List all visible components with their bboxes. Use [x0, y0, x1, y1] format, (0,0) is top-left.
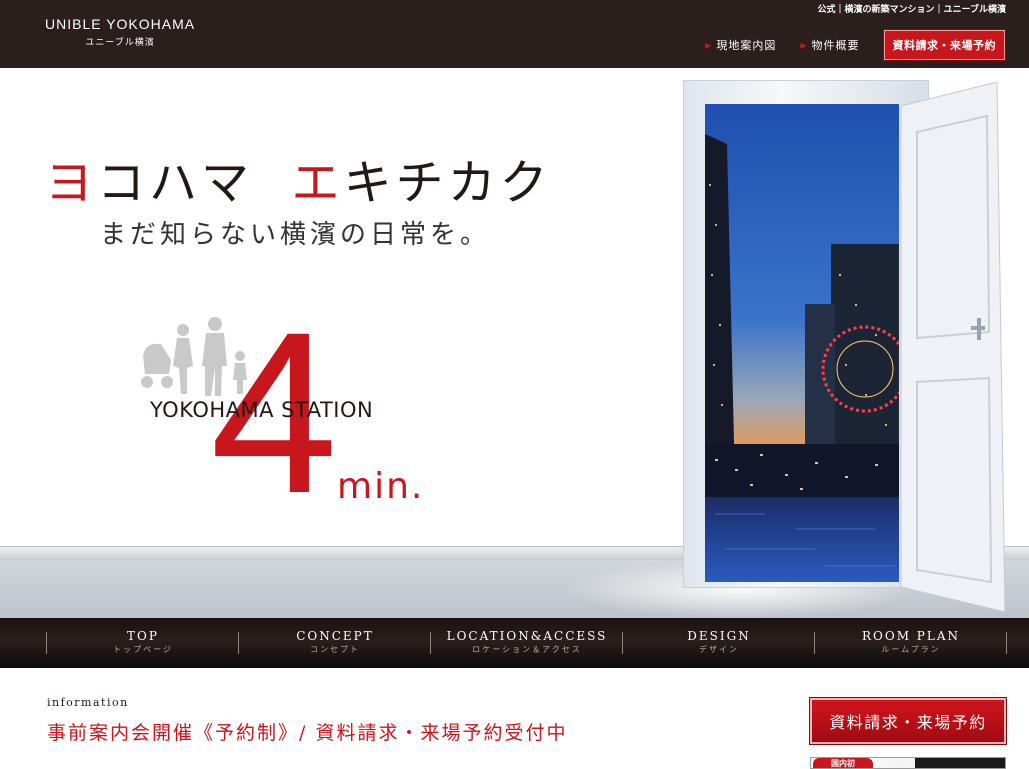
nav-label-en: LOCATION&ACCESS [446, 629, 608, 643]
information-title[interactable]: 事前案内会開催《予約制》/ 資料請求・来場予約受付中 [47, 718, 567, 745]
nav-label-ja: トップページ [113, 645, 173, 654]
header-tagline: 公式｜横濱の新築マンション｜ユニーブル横濱 [817, 5, 1006, 15]
nav-label-en: TOP [127, 629, 159, 643]
arrow-right-icon: ▶ [800, 40, 808, 50]
minutes-unit: min. [337, 466, 425, 507]
arrow-right-icon: ▶ [705, 40, 713, 50]
nav-label-ja: ルームプラン [881, 645, 941, 654]
nav-item-concept[interactable]: CONCEPT コンセプト [239, 618, 431, 668]
header-link-map[interactable]: ▶ 現地案内図 [705, 37, 776, 53]
global-nav: TOP トップページ CONCEPT コンセプト LOCATION&ACCESS… [0, 618, 1029, 668]
information-label: information [47, 696, 129, 709]
station-name: YOKOHAMA STATION [150, 398, 374, 422]
header-link-label: 物件概要 [811, 39, 860, 52]
nav-label-ja: ロケーション＆アクセス [472, 645, 582, 654]
nav-item-design[interactable]: DESIGN デザイン [623, 618, 815, 668]
nav-item-roomplan[interactable]: ROOM PLAN ルームプラン [815, 618, 1007, 668]
header-request-button[interactable]: 資料請求・来場予約 [883, 30, 1005, 60]
nav-label-en: DESIGN [687, 629, 751, 643]
hero-headline: ヨコハマ エキチカク [45, 143, 552, 213]
door-leaf [900, 82, 1005, 612]
headline-part: エ [291, 155, 344, 211]
nav-label-en: CONCEPT [296, 629, 374, 643]
site-logo[interactable]: UNIBLE YOKOHAMA ユニーブル横濱 [45, 16, 195, 48]
header-nav: ▶ 現地案内図 ▶ 物件概要 資料請求・来場予約 [705, 30, 1005, 60]
nav-item-top[interactable]: TOP トップページ [47, 618, 239, 668]
hero-visual: ヨコハマ エキチカク まだ知らない横濱の日常を。 4 YOKOHAMA STAT… [0, 68, 1029, 618]
nav-label-ja: コンセプト [310, 645, 360, 654]
nav-divider [1006, 632, 1007, 654]
header-link-label: 現地案内図 [716, 39, 777, 52]
request-visit-button[interactable]: 資料請求・来場予約 [810, 698, 1006, 744]
logo-english: UNIBLE YOKOHAMA [45, 16, 196, 32]
headline-part: ヨ [45, 155, 98, 211]
night-view-image [705, 104, 899, 582]
banner-image [915, 758, 1005, 768]
logo-japanese: ユニーブル横濱 [85, 38, 155, 48]
header-link-outline[interactable]: ▶ 物件概要 [800, 37, 859, 53]
headline-part: キチカク [343, 155, 552, 211]
nav-item-location[interactable]: LOCATION&ACCESS ロケーション＆アクセス [431, 618, 623, 668]
hero-subline: まだ知らない横濱の日常を。 [100, 220, 491, 250]
headline-part: コハマ [97, 155, 254, 211]
banner-badge: 国内初 [813, 758, 873, 768]
nav-label-ja: デザイン [699, 645, 739, 654]
promo-banner[interactable]: 国内初 [810, 757, 1006, 769]
site-header: UNIBLE YOKOHAMA ユニーブル横濱 公式｜横濱の新築マンション｜ユニ… [0, 0, 1029, 68]
nav-label-en: ROOM PLAN [861, 629, 961, 643]
